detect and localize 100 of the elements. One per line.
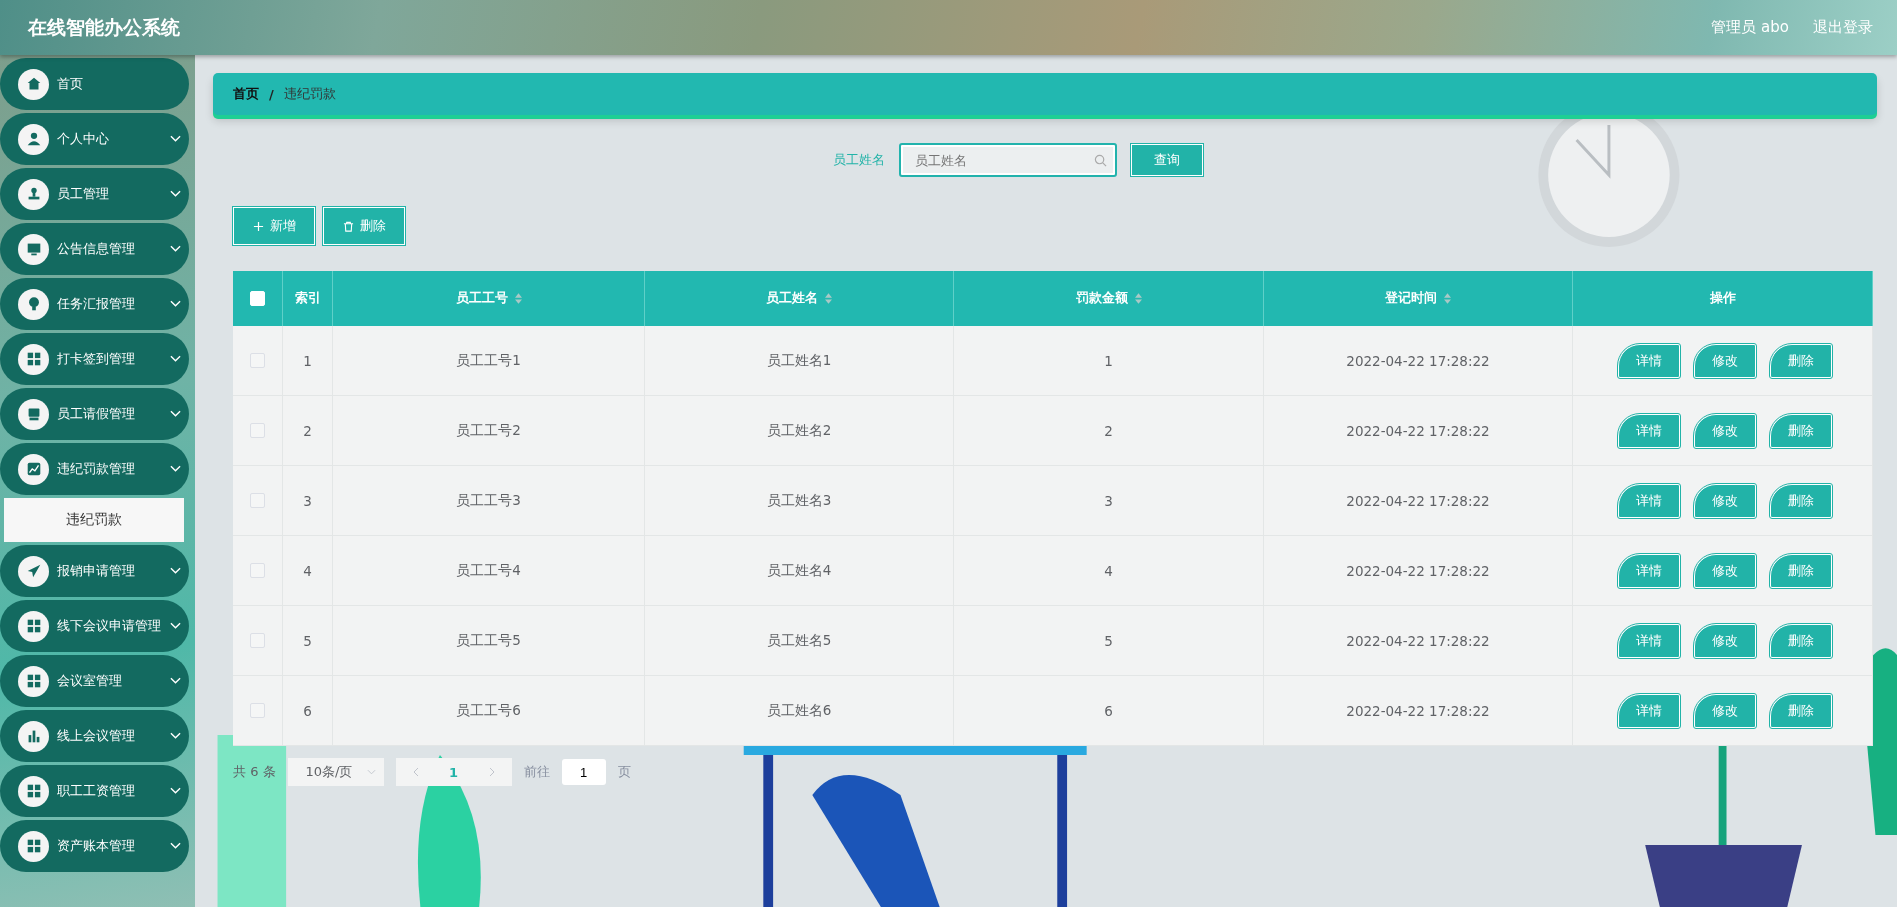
chevron-icon bbox=[170, 732, 181, 740]
table-cell: 2022-04-22 17:28:22 bbox=[1346, 702, 1490, 719]
table-cell: 2022-04-22 17:28:22 bbox=[1346, 562, 1490, 579]
app-title: 在线智能办公系统 bbox=[28, 14, 180, 40]
chevron-icon bbox=[170, 355, 181, 363]
chevron-icon bbox=[170, 190, 181, 198]
chevron-icon bbox=[170, 300, 181, 308]
chevron-icon bbox=[170, 567, 181, 575]
logout-link[interactable]: 退出登录 bbox=[1813, 18, 1873, 37]
menu-item[interactable]: 员工请假管理 bbox=[0, 388, 189, 440]
menu-item[interactable]: 个人中心 bbox=[0, 113, 189, 165]
table-cell: 4 bbox=[1104, 562, 1113, 579]
chevron-icon bbox=[170, 677, 181, 685]
table-cell: 员工工号3 bbox=[456, 491, 521, 510]
table-cell: 2 bbox=[1104, 422, 1113, 439]
chevron-icon bbox=[170, 410, 181, 418]
table-cell: 员工工号6 bbox=[456, 701, 521, 720]
table-cell: 6 bbox=[1104, 702, 1113, 719]
table-cell: 6 bbox=[303, 702, 312, 719]
delete-button[interactable]: 删除 bbox=[323, 207, 405, 245]
menu-item[interactable]: 线上会议管理 bbox=[0, 710, 189, 762]
menu-item[interactable]: 报销申请管理 bbox=[0, 545, 189, 597]
row-action-button[interactable]: 删除 bbox=[1770, 553, 1832, 588]
table-cell: 员工工号4 bbox=[456, 561, 521, 580]
column-header: 索引 bbox=[283, 271, 333, 326]
search-label: 员工姓名 bbox=[832, 151, 885, 169]
table-cell: 2022-04-22 17:28:22 bbox=[1346, 492, 1490, 509]
row-action-button[interactable]: 修改 bbox=[1694, 343, 1756, 378]
search-icon bbox=[1093, 154, 1107, 167]
table-cell: 员工姓名2 bbox=[766, 421, 832, 440]
table-cell: 员工姓名3 bbox=[766, 491, 832, 510]
menu-item[interactable]: 违纪罚款管理 bbox=[0, 443, 189, 495]
row-action-button[interactable]: 修改 bbox=[1694, 553, 1756, 588]
breadcrumb-link[interactable]: 首页 bbox=[233, 85, 259, 103]
row-checkbox[interactable] bbox=[250, 423, 265, 438]
row-action-button[interactable]: 修改 bbox=[1694, 483, 1756, 518]
menu-item[interactable]: 任务汇报管理 bbox=[0, 278, 189, 330]
row-action-button[interactable]: 修改 bbox=[1694, 413, 1756, 448]
row-action-button[interactable]: 详情 bbox=[1618, 483, 1680, 518]
page-size-select[interactable]: 10条/页 bbox=[287, 758, 384, 786]
menu-item[interactable]: 员工管理 bbox=[0, 168, 189, 220]
query-button[interactable]: 查询 bbox=[1130, 144, 1203, 176]
table-cell: 1 bbox=[303, 352, 312, 369]
trash-icon bbox=[342, 220, 354, 232]
table-cell: 3 bbox=[303, 492, 312, 509]
table-cell: 2 bbox=[303, 422, 312, 439]
row-action-button[interactable]: 详情 bbox=[1618, 343, 1680, 378]
menu-item[interactable]: 职工工资管理 bbox=[0, 765, 189, 817]
table-cell: 5 bbox=[1104, 632, 1113, 649]
row-action-button[interactable]: 删除 bbox=[1770, 343, 1832, 378]
table-cell: 员工姓名6 bbox=[766, 701, 832, 720]
column-header[interactable]: 罚款金额 bbox=[954, 271, 1264, 326]
caret-icon bbox=[366, 769, 376, 775]
table-cell: 5 bbox=[303, 632, 312, 649]
table-cell: 员工工号1 bbox=[456, 351, 521, 370]
jump-label: 前往 bbox=[523, 763, 550, 781]
row-checkbox[interactable] bbox=[250, 563, 265, 578]
select-all-checkbox[interactable] bbox=[250, 291, 265, 306]
row-checkbox[interactable] bbox=[250, 493, 265, 508]
column-header[interactable]: 员工姓名 bbox=[645, 271, 954, 326]
chevron-icon bbox=[170, 842, 181, 850]
table-cell: 2022-04-22 17:28:22 bbox=[1346, 352, 1490, 369]
menu-item[interactable]: 首页 bbox=[0, 58, 189, 110]
row-action-button[interactable]: 删除 bbox=[1770, 483, 1832, 518]
submenu-item[interactable]: 违纪罚款 bbox=[4, 498, 184, 542]
search-field[interactable]: 员工姓名 bbox=[898, 143, 1117, 177]
row-action-button[interactable]: 删除 bbox=[1770, 413, 1832, 448]
add-button[interactable]: 新增 bbox=[233, 207, 315, 245]
sort-icon bbox=[825, 293, 832, 304]
chevron-icon bbox=[170, 622, 181, 630]
row-action-button[interactable]: 删除 bbox=[1770, 623, 1832, 658]
menu-item[interactable]: 资产账本管理 bbox=[0, 820, 189, 872]
row-action-button[interactable]: 修改 bbox=[1694, 693, 1756, 728]
row-action-button[interactable]: 删除 bbox=[1770, 693, 1832, 728]
total-count: 共 6 条 bbox=[233, 763, 276, 781]
table-cell: 员工姓名4 bbox=[766, 561, 832, 580]
row-checkbox[interactable] bbox=[250, 353, 265, 368]
row-action-button[interactable]: 详情 bbox=[1618, 553, 1680, 588]
column-header[interactable]: 登记时间 bbox=[1264, 271, 1573, 326]
row-action-button[interactable]: 详情 bbox=[1618, 623, 1680, 658]
table-cell: 2022-04-22 17:28:22 bbox=[1346, 632, 1490, 649]
row-checkbox[interactable] bbox=[250, 633, 265, 648]
menu-item[interactable]: 线下会议申请管理 bbox=[0, 600, 189, 652]
table-cell: 3 bbox=[1104, 492, 1113, 509]
menu-item[interactable]: 会议室管理 bbox=[0, 655, 189, 707]
menu-item[interactable]: 打卡签到管理 bbox=[0, 333, 189, 385]
breadcrumb-link[interactable]: 违纪罚款 bbox=[283, 85, 336, 103]
chevron-icon bbox=[170, 245, 181, 253]
user-name: 管理员 abo bbox=[1711, 18, 1789, 37]
sort-icon bbox=[1134, 293, 1142, 304]
menu-item[interactable]: 公告信息管理 bbox=[0, 223, 189, 275]
table-cell: 员工姓名5 bbox=[766, 631, 832, 650]
row-checkbox[interactable] bbox=[250, 703, 265, 718]
chevron-icon bbox=[170, 787, 181, 795]
row-action-button[interactable]: 修改 bbox=[1694, 623, 1756, 658]
page-input[interactable]: 1 bbox=[561, 759, 606, 785]
table-cell: 员工姓名1 bbox=[766, 351, 832, 370]
row-action-button[interactable]: 详情 bbox=[1618, 413, 1680, 448]
column-header[interactable]: 员工工号 bbox=[333, 271, 645, 326]
row-action-button[interactable]: 详情 bbox=[1618, 693, 1680, 728]
